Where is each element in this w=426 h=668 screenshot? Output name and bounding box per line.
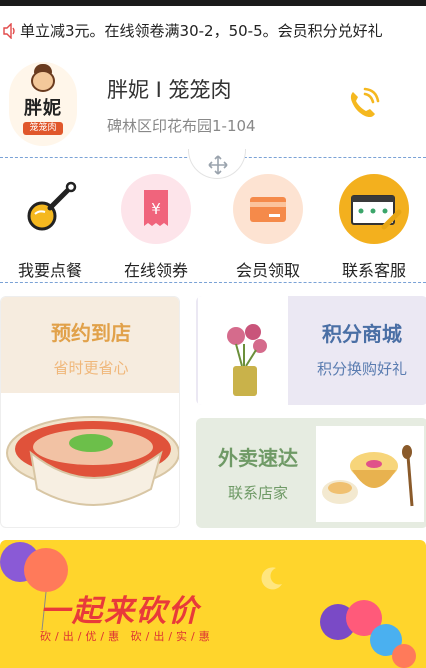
balloon-right-icon xyxy=(320,600,416,668)
store-name: 胖妮 I 笼笼肉 xyxy=(107,78,232,102)
notice-marquee: 单立减3元。在线领卷满30-2，50-5。会员积分兑好礼 xyxy=(0,6,426,56)
store-header: 胖妮 笼笼肉 胖妮 I 笼笼肉 碑林区印花布园1-104 xyxy=(0,56,426,157)
divider-bottom xyxy=(0,282,426,283)
dessert-image xyxy=(316,426,424,522)
banner-subtitle: 砍/出/优/惠 砍/出/实/惠 xyxy=(40,630,214,643)
customer-service-icon xyxy=(351,195,402,230)
card-reserve-title: 预约到店 xyxy=(51,321,131,345)
logo-subtext: 笼笼肉 xyxy=(23,122,63,135)
card-delivery-subtitle: 联系店家 xyxy=(227,484,288,502)
card-delivery-title: 外卖速达 xyxy=(218,446,298,470)
svg-text:¥: ¥ xyxy=(151,200,161,218)
banner-title: 一起来砍价 xyxy=(40,594,200,629)
coupon-icon: ¥ xyxy=(144,190,168,226)
card-points-mall[interactable]: 积分商城 积分换购好礼 xyxy=(196,296,426,405)
moon-icon xyxy=(261,567,282,590)
card-points-subtitle: 积分换购好礼 xyxy=(316,360,407,378)
card-reserve[interactable]: 预约到店 省时更省心 xyxy=(0,296,180,528)
nav-label-member: 会员领取 xyxy=(235,261,300,280)
logo-text: 胖妮 xyxy=(24,98,62,119)
quick-nav: 我要点餐 ¥ 在线领券 会员领取 联系客服 xyxy=(0,170,426,280)
card-delivery[interactable]: 外卖速达 联系店家 xyxy=(196,418,426,528)
speaker-icon xyxy=(3,23,15,39)
nav-label-coupon: 在线领券 xyxy=(123,261,188,280)
notice-text: 单立减3元。在线领卷满30-2，50-5。会员积分兑好礼 xyxy=(20,22,383,40)
store-address[interactable]: 碑林区印花布园1-104 xyxy=(107,115,256,136)
nav-label-service: 联系客服 xyxy=(341,261,406,280)
member-card-icon xyxy=(250,197,286,222)
card-reserve-subtitle: 省时更省心 xyxy=(53,359,129,377)
phone-icon[interactable] xyxy=(345,86,381,122)
store-logo: 胖妮 笼笼肉 xyxy=(9,62,77,146)
noodle-bowl-image xyxy=(6,416,179,506)
nav-label-order: 我要点餐 xyxy=(17,261,82,280)
spoon-icon xyxy=(27,181,77,231)
flower-vase-image xyxy=(198,296,288,405)
bargain-banner[interactable]: 一起来砍价 砍/出/优/惠 砍/出/实/惠 xyxy=(0,540,426,668)
card-points-title: 积分商城 xyxy=(322,322,402,346)
